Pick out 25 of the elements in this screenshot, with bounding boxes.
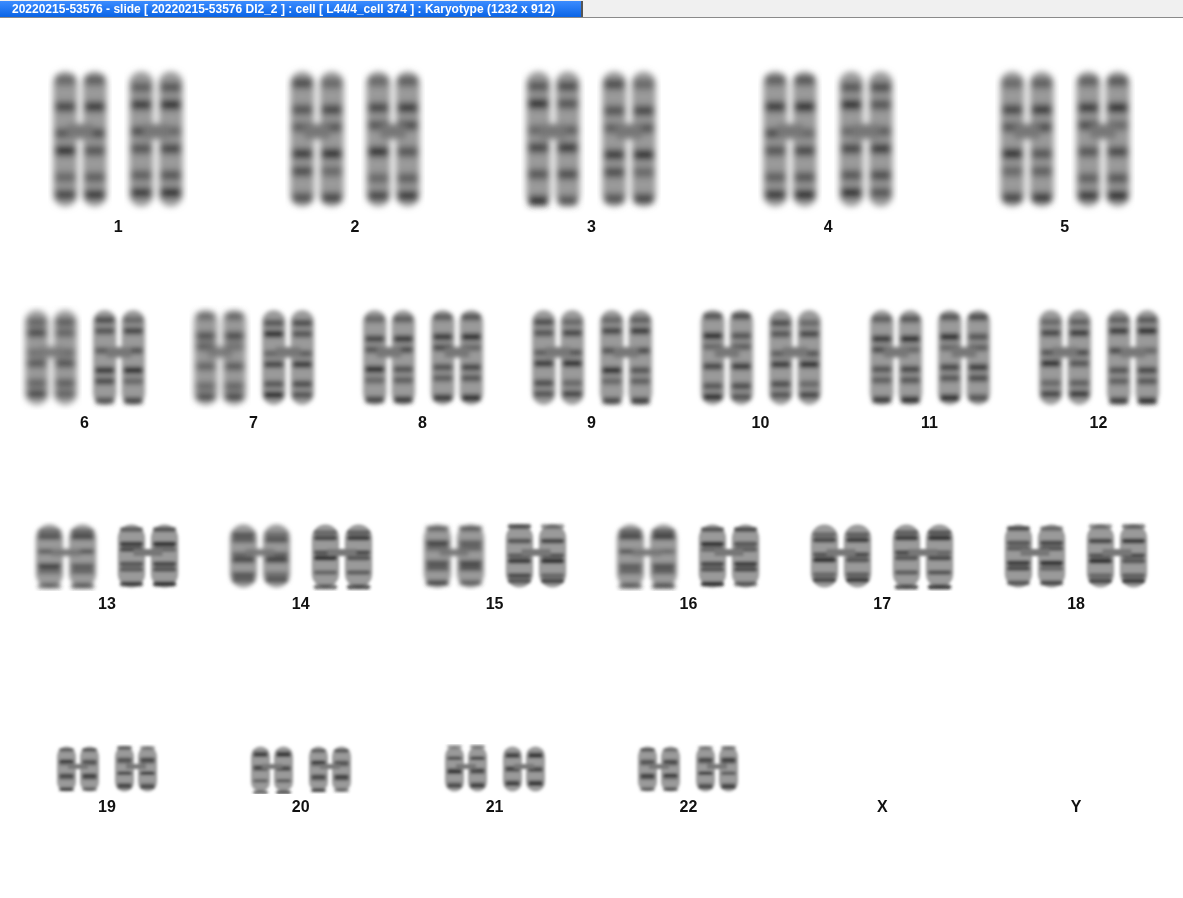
chromosome-number: 18 bbox=[1067, 595, 1085, 613]
chromosome-number: 20 bbox=[291, 798, 310, 816]
chromosome-number: 7 bbox=[249, 414, 258, 432]
chromosome-number: 12 bbox=[1089, 414, 1108, 432]
chromosome-number: 16 bbox=[679, 595, 698, 613]
chromosome-number: 19 bbox=[98, 798, 116, 816]
chromosome-number: Y bbox=[1070, 798, 1082, 816]
chromosome-number: 9 bbox=[587, 414, 596, 432]
chromosome-number: 10 bbox=[751, 414, 770, 432]
chromosome-number: 21 bbox=[485, 798, 504, 816]
chromosome-number: 6 bbox=[80, 414, 89, 432]
chromosome-number: 4 bbox=[823, 218, 833, 236]
chromosome-number: 22 bbox=[679, 798, 698, 816]
chromosome-number: X bbox=[876, 798, 888, 816]
chromosome-number: 11 bbox=[921, 414, 938, 432]
chromosome-number: 15 bbox=[485, 595, 504, 613]
chromosome-number: 2 bbox=[350, 218, 360, 236]
chromosome-number: 8 bbox=[418, 414, 427, 432]
chromosome-number: 14 bbox=[291, 595, 310, 613]
chromosome-number: 1 bbox=[113, 218, 123, 236]
chromosome-number: 13 bbox=[98, 595, 116, 613]
chromosome-number: 17 bbox=[873, 595, 892, 613]
chromosome-number: 5 bbox=[1060, 218, 1070, 236]
window-title: 20220215-53576 - slide [ 20220215-53576 DI2_2 ] : cell [ L44/4_cell 374 ] : Karyotype (1232 x 912) bbox=[0, 1, 583, 17]
chromosome-number: 3 bbox=[587, 218, 596, 236]
